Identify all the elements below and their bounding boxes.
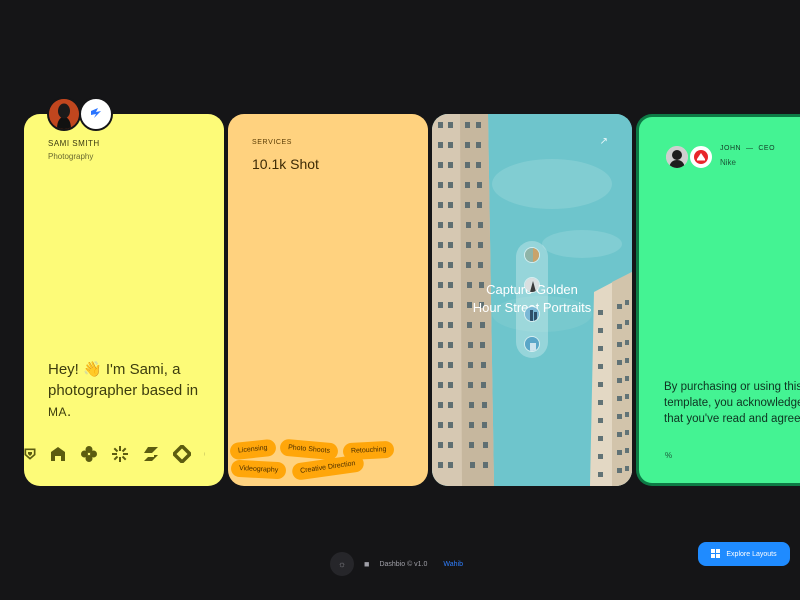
location: MA xyxy=(48,405,67,419)
testimonial-author: JOHN — CEO xyxy=(720,145,775,152)
nike-logo-icon xyxy=(688,144,714,170)
testimonial-company: Nike xyxy=(720,158,737,167)
partial-logo-icon xyxy=(204,445,208,463)
ring-logo-icon xyxy=(173,445,191,463)
author-title: CEO xyxy=(758,145,776,152)
open-arrow-icon[interactable]: ↗ xyxy=(600,136,608,147)
brand-label: Dashbio © v1.0 xyxy=(379,560,428,568)
portfolio-card[interactable]: ↗ Capture Golden Hour Street Portraits xyxy=(432,114,632,486)
author-dash: — xyxy=(745,145,754,152)
thumbnail-selector[interactable] xyxy=(516,241,548,358)
explore-layouts-button[interactable]: Explore Layouts xyxy=(698,542,790,566)
author-name: JOHN xyxy=(720,145,742,152)
profile-card[interactable]: SAMI SMITH Photography Hey! 👋 I'm Sami, … xyxy=(24,114,224,486)
stage: SAMI SMITH Photography Hey! 👋 I'm Sami, … xyxy=(0,0,800,600)
grid-icon: ■ xyxy=(364,559,370,569)
testimonial-card[interactable]: JOHN — CEO Nike By purchasing or using t… xyxy=(636,114,800,486)
framer-logo-icon[interactable] xyxy=(79,97,113,131)
tag-licensing[interactable]: Licensing xyxy=(229,438,277,461)
sunburst-logo-icon xyxy=(111,445,129,463)
profile-role: Photography xyxy=(48,152,94,161)
slash-logo-icon xyxy=(142,445,160,463)
sun-icon: ☼ xyxy=(337,559,347,569)
grid-icon xyxy=(711,548,721,560)
tag-creative-direction[interactable]: Creative Direction xyxy=(291,454,365,481)
bio-end: . xyxy=(67,403,72,420)
thumbnail-1[interactable] xyxy=(524,247,540,263)
testimonial-text: By purchasing or using this template, yo… xyxy=(664,381,800,425)
profile-bio: Hey! 👋 I'm Sami, a photographer based in… xyxy=(48,359,218,423)
john-avatar xyxy=(664,144,690,170)
thumbnail-2[interactable] xyxy=(524,276,540,293)
thumbnail-4[interactable] xyxy=(524,335,540,352)
footer-bar: ☼ ■ Dashbio © v1.0 Wahib xyxy=(330,552,463,576)
theme-toggle-button[interactable]: ☼ xyxy=(330,552,354,576)
services-card[interactable]: SERVICES 10.1k Shot Licensing Photo Shoo… xyxy=(228,114,428,486)
clover-logo-icon xyxy=(80,445,98,463)
person-portrait-icon[interactable] xyxy=(47,97,81,131)
explore-label: Explore Layouts xyxy=(726,550,777,558)
bio-prefix: Hey! xyxy=(48,361,84,378)
tag-photo-shoots[interactable]: Photo Shoots xyxy=(279,438,339,461)
client-logos xyxy=(24,445,224,463)
house-logo-icon xyxy=(49,445,67,463)
link-icon[interactable]: % xyxy=(665,451,672,460)
author-link[interactable]: Wahib xyxy=(443,561,463,568)
shield-logo-icon xyxy=(24,445,36,463)
services-label: SERVICES xyxy=(252,139,293,146)
wave-icon: 👋 xyxy=(83,361,102,378)
services-stat: 10.1k Shot xyxy=(252,156,319,172)
thumbnail-3[interactable] xyxy=(524,306,540,323)
tag-videography[interactable]: Videography xyxy=(230,459,287,480)
profile-avatars xyxy=(47,97,113,131)
profile-name: SAMI SMITH xyxy=(48,139,100,148)
